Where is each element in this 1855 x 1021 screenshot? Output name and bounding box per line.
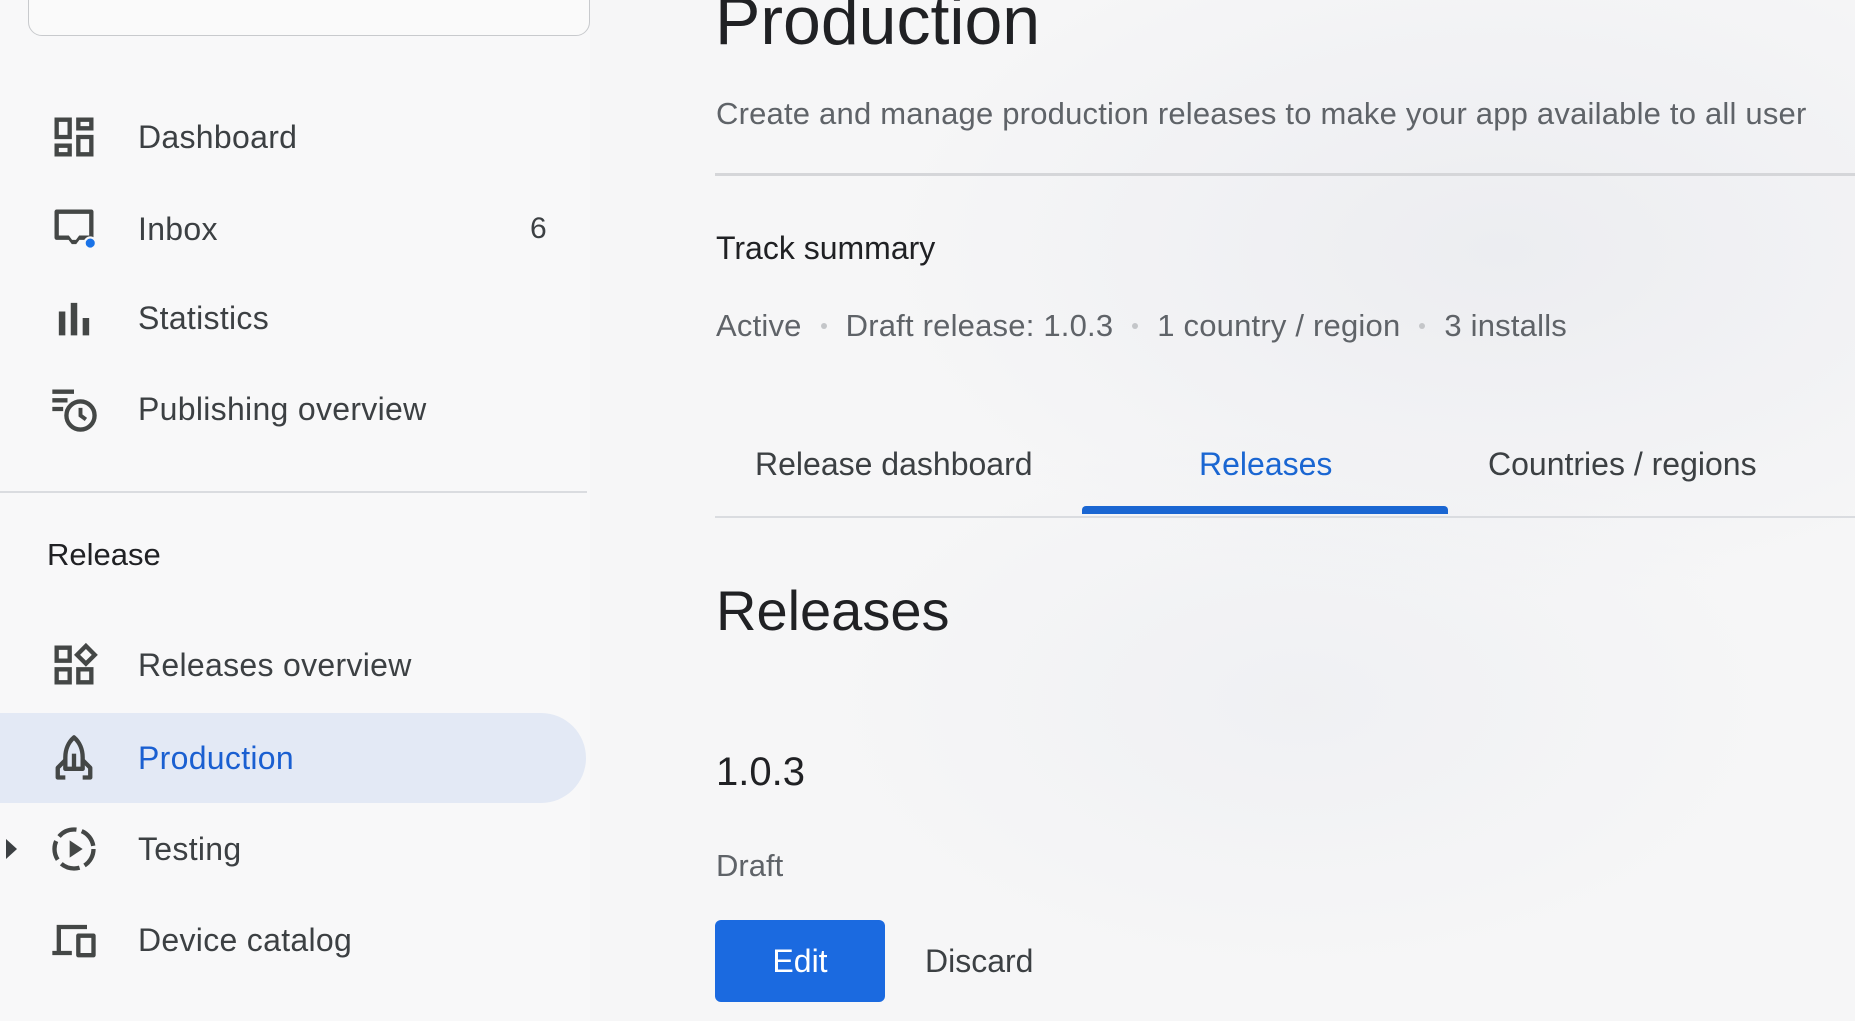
sidebar-item-label: Production	[138, 739, 294, 776]
track-summary-title: Track summary	[716, 230, 936, 266]
active-tab-indicator	[1082, 506, 1448, 514]
production-icon	[46, 730, 102, 786]
sidebar-item-statistics[interactable]: Statistics	[0, 273, 586, 363]
sidebar-section-release: Release	[47, 537, 161, 572]
header-divider	[715, 173, 1855, 176]
draft-release-info: Draft release: 1.0.3	[845, 308, 1114, 343]
sidebar-item-inbox[interactable]: Inbox 6	[0, 184, 586, 274]
tab-release-dashboard[interactable]: Release dashboard	[755, 446, 1033, 483]
device-catalog-icon	[46, 912, 102, 968]
app-selector[interactable]	[28, 0, 590, 36]
sidebar-item-label: Publishing overview	[138, 390, 427, 427]
release-status: Draft	[716, 848, 784, 883]
inbox-icon	[46, 201, 102, 257]
countries-info: 1 country / region	[1157, 308, 1401, 343]
separator-dot	[1419, 323, 1426, 329]
track-summary-row: Active Draft release: 1.0.3 1 country / …	[716, 308, 1567, 344]
releases-heading: Releases	[716, 579, 950, 642]
tab-releases[interactable]: Releases	[1199, 446, 1332, 483]
inbox-count-badge: 6	[530, 212, 547, 245]
page-title: Production	[715, 0, 1041, 59]
sidebar: Dashboard Inbox 6 Statistics Publishing …	[0, 0, 590, 1021]
statistics-icon	[46, 290, 102, 346]
sidebar-item-testing[interactable]: Testing	[0, 804, 586, 894]
separator-dot	[1132, 323, 1139, 329]
releases-overview-icon	[46, 637, 102, 693]
play-console-page: Dashboard Inbox 6 Statistics Publishing …	[0, 0, 1855, 1021]
separator-dot	[820, 323, 827, 329]
tab-countries-regions[interactable]: Countries / regions	[1488, 446, 1757, 483]
sidebar-item-releases-overview[interactable]: Releases overview	[0, 620, 586, 710]
testing-icon	[46, 821, 102, 877]
expand-arrow-icon[interactable]	[6, 839, 17, 859]
sidebar-item-publishing-overview[interactable]: Publishing overview	[0, 364, 586, 454]
edit-button[interactable]: Edit	[715, 920, 885, 1002]
sidebar-item-label: Device catalog	[138, 921, 353, 958]
tab-bar: Release dashboard Releases Countries / r…	[715, 430, 1855, 518]
sidebar-item-label: Releases overview	[138, 646, 412, 683]
sidebar-item-device-catalog[interactable]: Device catalog	[0, 895, 586, 985]
discard-button[interactable]: Discard	[913, 920, 1045, 1002]
page-subtitle: Create and manage production releases to…	[716, 96, 1807, 131]
sidebar-item-dashboard[interactable]: Dashboard	[0, 92, 586, 182]
track-status: Active	[716, 308, 802, 343]
installs-info: 3 installs	[1444, 308, 1567, 343]
sidebar-item-label: Inbox	[138, 210, 218, 247]
sidebar-item-label: Testing	[138, 830, 242, 867]
sidebar-item-label: Statistics	[138, 299, 270, 336]
release-version: 1.0.3	[716, 750, 805, 794]
sidebar-item-production[interactable]: Production	[0, 713, 586, 803]
dashboard-icon	[46, 109, 102, 165]
sidebar-divider	[0, 491, 587, 493]
sidebar-item-label: Dashboard	[138, 118, 298, 155]
publishing-overview-icon	[46, 381, 102, 437]
main-content: Production Create and manage production …	[715, 0, 1855, 1021]
